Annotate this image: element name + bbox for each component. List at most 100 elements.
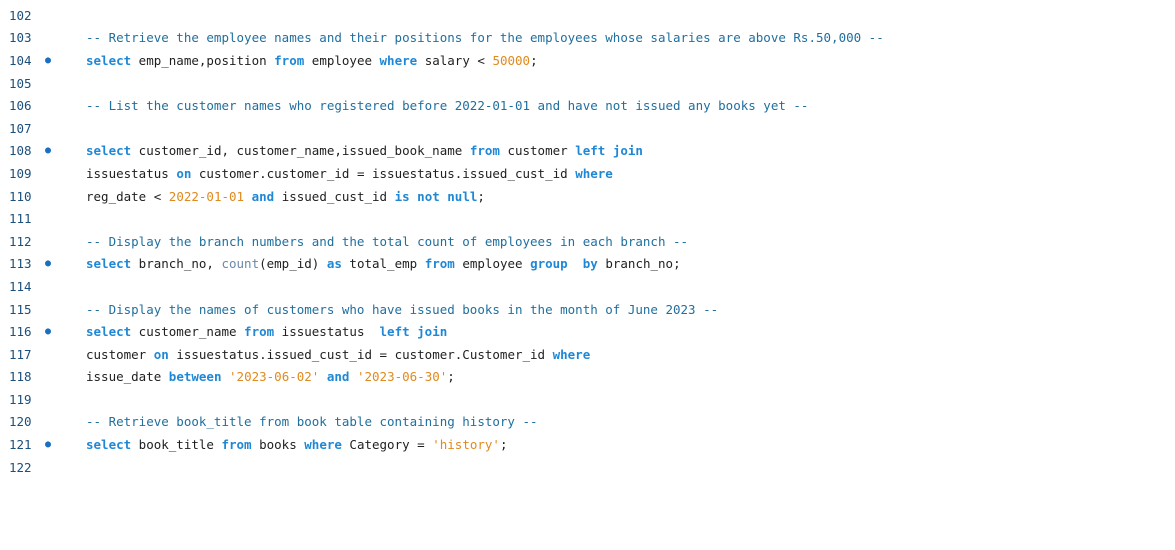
line-gutter: 103 bbox=[0, 30, 86, 45]
line-number: 106 bbox=[9, 98, 32, 114]
line-gutter: 119 bbox=[0, 392, 86, 407]
code-line[interactable]: 113 ● select branch_no, count(emp_id) as t… bbox=[0, 253, 1175, 276]
code-text[interactable]: -- Display the branch numbers and the to… bbox=[86, 234, 1175, 249]
statement-marker-icon[interactable]: ● bbox=[45, 439, 55, 450]
sql-identifier: emp_name,position bbox=[131, 52, 275, 68]
code-text[interactable]: select customer_name from issuestatus le… bbox=[86, 324, 1175, 339]
sql-keyword: is not null bbox=[394, 188, 478, 204]
sql-comment: -- Display the branch numbers and the to… bbox=[86, 233, 689, 249]
line-gutter: 106 bbox=[0, 98, 86, 113]
sql-identifier: issuestatus bbox=[86, 165, 177, 181]
sql-identifier: (emp_id) bbox=[259, 256, 327, 272]
statement-marker-icon[interactable]: ● bbox=[45, 326, 55, 337]
code-line[interactable]: 115 -- Display the names of customers who… bbox=[0, 298, 1175, 321]
code-line[interactable]: 117 customer on issuestatus.issued_cust_i… bbox=[0, 343, 1175, 366]
sql-keyword: left join bbox=[575, 143, 643, 159]
code-text[interactable]: select customer_id, customer_name,issued… bbox=[86, 143, 1175, 158]
code-text[interactable]: customer on issuestatus.issued_cust_id =… bbox=[86, 347, 1175, 362]
statement-marker-icon[interactable]: ● bbox=[45, 258, 55, 269]
line-gutter: 121 ● bbox=[0, 437, 86, 452]
sql-identifier: issuestatus.issued_cust_id = customer.Cu… bbox=[168, 346, 553, 362]
code-line[interactable]: 109 issuestatus on customer.customer_id =… bbox=[0, 162, 1175, 185]
line-gutter: 102 bbox=[0, 8, 86, 23]
code-text[interactable]: select book_title from books where Categ… bbox=[86, 437, 1175, 452]
code-text[interactable]: select branch_no, count(emp_id) as total… bbox=[86, 256, 1175, 271]
sql-keyword: from bbox=[244, 324, 275, 340]
sql-identifier bbox=[244, 189, 252, 204]
code-line[interactable]: 108 ● select customer_id, customer_name,is… bbox=[0, 140, 1175, 163]
sql-identifier: customer_id, customer_name,issued_book_n… bbox=[131, 143, 470, 159]
code-line[interactable]: 110 reg_date < 2022-01-01 and issued_cust… bbox=[0, 185, 1175, 208]
sql-identifier bbox=[221, 369, 229, 384]
code-line[interactable]: 114 bbox=[0, 275, 1175, 298]
statement-marker-icon[interactable]: ● bbox=[45, 55, 55, 66]
code-line[interactable]: 119 bbox=[0, 388, 1175, 411]
sql-comment: -- Retrieve the employee names and their… bbox=[86, 30, 884, 46]
line-number: 107 bbox=[9, 120, 32, 136]
sql-identifier: Category = bbox=[341, 437, 433, 453]
code-line[interactable]: 104 ● select emp_name,position from employ… bbox=[0, 49, 1175, 72]
line-gutter: 116 ● bbox=[0, 324, 86, 339]
code-text[interactable]: -- List the customer names who registere… bbox=[86, 98, 1175, 113]
sql-keyword: select bbox=[86, 52, 132, 68]
line-gutter: 111 bbox=[0, 211, 86, 226]
code-line[interactable]: 121 ● select book_title from books where C… bbox=[0, 433, 1175, 456]
line-number: 110 bbox=[9, 188, 32, 204]
sql-number: 2022-01-01 bbox=[168, 188, 245, 204]
code-line[interactable]: 112 -- Display the branch numbers and the… bbox=[0, 230, 1175, 253]
statement-marker-icon[interactable]: ● bbox=[45, 145, 55, 156]
code-line[interactable]: 107 bbox=[0, 117, 1175, 140]
sql-number: 50000 bbox=[492, 52, 531, 68]
code-line[interactable]: 102 bbox=[0, 4, 1175, 27]
code-text[interactable]: select emp_name,position from employee w… bbox=[86, 53, 1175, 68]
line-number: 111 bbox=[9, 211, 32, 227]
sql-keyword: on bbox=[176, 165, 192, 181]
line-number: 104 bbox=[9, 52, 32, 68]
line-number: 116 bbox=[9, 324, 32, 340]
code-line[interactable]: 105 bbox=[0, 72, 1175, 95]
line-number: 121 bbox=[9, 437, 32, 453]
sql-keyword: where bbox=[379, 52, 418, 68]
sql-keyword: from bbox=[469, 143, 500, 159]
code-text[interactable]: issuestatus on customer.customer_id = is… bbox=[86, 166, 1175, 181]
sql-keyword: from bbox=[274, 52, 305, 68]
sql-editor[interactable]: 102 103 -- Retrieve the employee names and… bbox=[0, 0, 1175, 550]
sql-identifier: customer bbox=[86, 346, 154, 362]
sql-identifier: branch_no, bbox=[131, 256, 222, 272]
sql-identifier bbox=[319, 369, 327, 384]
sql-identifier: ; bbox=[499, 437, 508, 453]
line-gutter: 108 ● bbox=[0, 143, 86, 158]
line-number: 120 bbox=[9, 414, 32, 430]
sql-comment: -- Display the names of customers who ha… bbox=[86, 301, 719, 317]
line-gutter: 110 bbox=[0, 189, 86, 204]
code-line[interactable]: 120 -- Retrieve book_title from book tabl… bbox=[0, 411, 1175, 434]
sql-keyword: left join bbox=[379, 324, 448, 340]
line-number: 112 bbox=[9, 233, 32, 249]
sql-keyword: where bbox=[552, 346, 591, 362]
code-text[interactable]: -- Retrieve book_title from book table c… bbox=[86, 414, 1175, 429]
sql-identifier: customer.customer_id = issuestatus.issue… bbox=[191, 165, 576, 181]
sql-comment: -- Retrieve book_title from book table c… bbox=[86, 414, 538, 430]
code-line[interactable]: 106 -- List the customer names who regist… bbox=[0, 94, 1175, 117]
sql-keyword: on bbox=[153, 346, 169, 362]
line-gutter: 105 bbox=[0, 76, 86, 91]
line-number: 109 bbox=[9, 165, 32, 181]
code-line[interactable]: 122 bbox=[0, 456, 1175, 479]
code-text[interactable]: -- Display the names of customers who ha… bbox=[86, 302, 1175, 317]
sql-identifier: issue_date bbox=[86, 369, 169, 385]
line-number: 108 bbox=[9, 143, 32, 159]
code-line[interactable]: 116 ● select customer_name from issuestatu… bbox=[0, 320, 1175, 343]
code-text[interactable]: issue_date between '2023-06-02' and '202… bbox=[86, 369, 1175, 384]
code-text[interactable]: -- Retrieve the employee names and their… bbox=[86, 30, 1175, 45]
sql-comment: -- List the customer names who registere… bbox=[86, 98, 809, 114]
code-text[interactable]: reg_date < 2022-01-01 and issued_cust_id… bbox=[86, 189, 1175, 204]
sql-identifier: ; bbox=[530, 52, 538, 68]
code-line[interactable]: 103 -- Retrieve the employee names and th… bbox=[0, 27, 1175, 50]
code-line[interactable]: 118 issue_date between '2023-06-02' and '… bbox=[0, 366, 1175, 389]
sql-identifier: ; bbox=[447, 369, 455, 385]
sql-keyword: between bbox=[168, 369, 222, 385]
code-line[interactable]: 111 bbox=[0, 207, 1175, 230]
line-gutter: 117 bbox=[0, 347, 86, 362]
sql-identifier: branch_no; bbox=[597, 256, 681, 272]
line-gutter: 114 bbox=[0, 279, 86, 294]
